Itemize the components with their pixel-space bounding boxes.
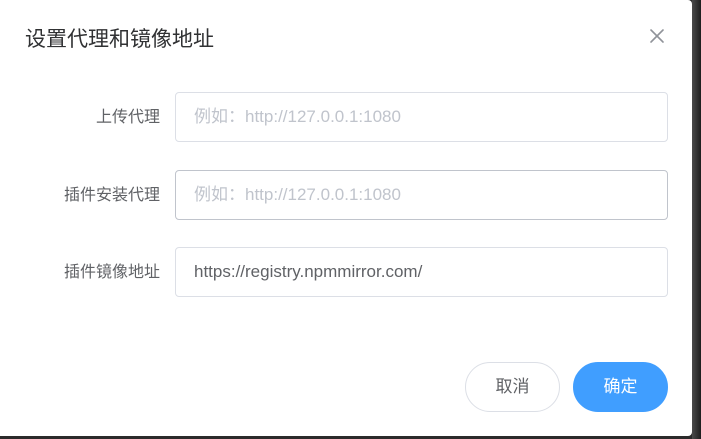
form-row-plugin-mirror: 插件镜像地址 — [0, 247, 692, 297]
form-row-plugin-install-proxy: 插件安装代理 — [0, 170, 692, 220]
cancel-button[interactable]: 取消 — [465, 362, 560, 412]
plugin-install-proxy-input[interactable] — [175, 170, 668, 220]
plugin-mirror-label: 插件镜像地址 — [63, 262, 160, 281]
plugin-mirror-input[interactable] — [175, 247, 668, 297]
close-icon[interactable] — [645, 24, 669, 48]
proxy-mirror-dialog: 设置代理和镜像地址 上传代理 插件安装代理 插件镜像地址 取消 确定 — [0, 0, 692, 436]
form-row-upload-proxy: 上传代理 — [0, 92, 692, 142]
background-edge — [692, 0, 701, 439]
confirm-button[interactable]: 确定 — [573, 362, 668, 412]
upload-proxy-label: 上传代理 — [95, 107, 160, 126]
dialog-title: 设置代理和镜像地址 — [25, 27, 214, 51]
upload-proxy-input[interactable] — [175, 92, 668, 142]
plugin-install-proxy-label: 插件安装代理 — [63, 185, 160, 204]
